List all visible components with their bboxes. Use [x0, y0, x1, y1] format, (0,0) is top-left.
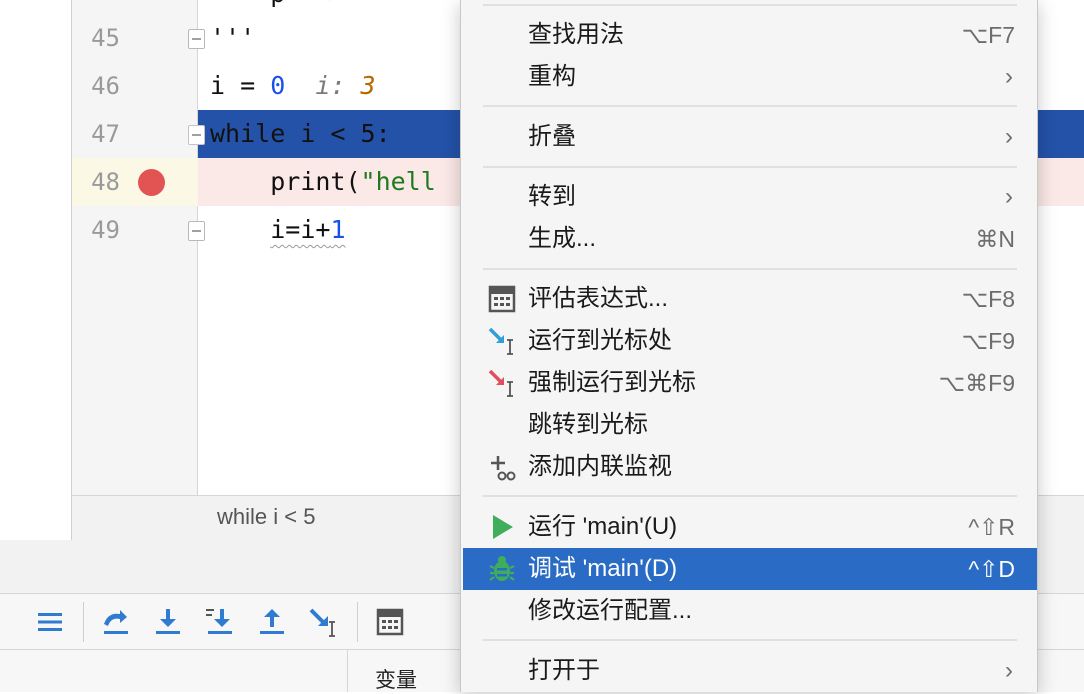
run-to-cursor-icon [488, 327, 513, 355]
code-text: print("hell [210, 158, 436, 206]
menu-separator [483, 639, 1017, 641]
project-strip [0, 0, 72, 540]
chevron-right-icon: › [1005, 657, 1013, 684]
code-string: "hell [360, 167, 436, 196]
editor-context-menu: 查找用法 ⌥F7 重构 › 折叠 › 转到 › 生成... ⌘N 评估表达式..… [460, 0, 1038, 692]
toolbar-separator [83, 602, 84, 642]
menu-item-run-main[interactable]: 运行 'main'(U) ^⇧R [463, 506, 1037, 548]
menu-item-shortcut: ⌥F9 [961, 328, 1015, 354]
toolbar-separator [357, 602, 358, 642]
menu-item-open-in[interactable]: 打开于 › [463, 650, 1037, 692]
menu-item-add-inline-watch[interactable]: 添加内联监视 [463, 446, 1037, 488]
variables-tab[interactable]: 变量 [347, 650, 467, 692]
menu-item-evaluate-expression[interactable]: 评估表达式... ⌥F8 [463, 278, 1037, 320]
chevron-right-icon: › [1005, 183, 1013, 210]
add-watch-icon [491, 456, 516, 481]
inline-value-label: i: [315, 71, 361, 100]
menu-item-shortcut: ⌥⌘F9 [938, 370, 1015, 396]
menu-item-modify-run-config[interactable]: 修改运行配置... [463, 590, 1037, 632]
menu-separator [483, 105, 1017, 107]
frames-icon[interactable] [32, 604, 68, 640]
menu-item-label: 重构 [528, 63, 576, 90]
calculator-icon [488, 285, 516, 313]
menu-item-label: 调试 'main'(D) [528, 555, 678, 582]
menu-item-label: 运行 'main'(U) [528, 513, 678, 540]
code-number: 0 [270, 71, 286, 100]
fold-marker-icon[interactable] [188, 125, 205, 145]
menu-item-fold[interactable]: 折叠 › [463, 116, 1037, 158]
code-text: ''' [210, 23, 256, 52]
menu-separator [483, 166, 1017, 168]
code-assign: i = [210, 71, 271, 100]
step-into-my-code-icon[interactable] [202, 604, 238, 640]
menu-item-force-run-to-cursor[interactable]: 强制运行到光标 ⌥⌘F9 [463, 362, 1037, 404]
menu-item-label: 运行到光标处 [528, 327, 672, 354]
force-run-to-cursor-icon [488, 369, 513, 397]
menu-item-refactor[interactable]: 重构 › [463, 56, 1037, 98]
menu-item-label: 强制运行到光标 [528, 369, 696, 396]
run-icon [493, 515, 513, 539]
menu-separator [483, 495, 1017, 497]
menu-item-label: 评估表达式... [528, 285, 669, 312]
inline-value: 3 [360, 71, 376, 100]
chevron-right-icon: › [1005, 123, 1013, 150]
run-to-cursor-icon[interactable] [306, 604, 342, 640]
evaluate-icon[interactable] [372, 604, 408, 640]
menu-item-shortcut: ^⇧D [968, 556, 1015, 582]
menu-item-shortcut: ⌥F7 [961, 22, 1015, 48]
code-increment: i=i+ [270, 215, 331, 244]
line-number: 46 [91, 72, 120, 100]
menu-item-label: 跳转到光标 [528, 411, 648, 438]
step-out-icon[interactable] [254, 604, 290, 640]
menu-item-label: 转到 [528, 183, 576, 210]
code-text: while i < 5: [210, 119, 391, 148]
code-text: i=i+1 [210, 206, 346, 254]
menu-item-label: 折叠 [528, 123, 576, 150]
menu-item-label: 添加内联监视 [528, 453, 672, 480]
line-number: 45 [91, 24, 120, 52]
menu-item-shortcut: ⌘N [975, 226, 1015, 252]
menu-item-label: 打开于 [528, 657, 600, 684]
menu-item-shortcut: ^⇧R [968, 514, 1015, 540]
menu-item-shortcut: ⌥F8 [961, 286, 1015, 312]
menu-item-find-usages[interactable]: 查找用法 ⌥F7 [463, 14, 1037, 56]
code-number: 1 [330, 215, 346, 244]
fold-marker-icon[interactable] [188, 221, 205, 241]
menu-separator [483, 268, 1017, 270]
menu-item-debug-main[interactable]: 调试 'main'(D) ^⇧D [463, 548, 1037, 590]
menu-item-label: 查找用法 [528, 21, 624, 48]
breadcrumb[interactable]: while i < 5 [217, 504, 315, 530]
debug-bug-icon [489, 556, 515, 581]
variables-tab-label: 变量 [375, 669, 417, 692]
menu-separator [483, 4, 1017, 6]
line-number: 48 [91, 168, 120, 196]
menu-item-goto[interactable]: 转到 › [463, 176, 1037, 218]
line-number: 47 [91, 120, 120, 148]
line-number: 49 [91, 216, 120, 244]
code-text: i = 0 i: 3 [210, 62, 376, 110]
menu-item-generate[interactable]: 生成... ⌘N [463, 218, 1037, 260]
menu-item-jump-to-cursor[interactable]: 跳转到光标 [463, 404, 1037, 446]
menu-item-run-to-cursor[interactable]: 运行到光标处 ⌥F9 [463, 320, 1037, 362]
menu-item-label: 修改运行配置... [528, 597, 693, 624]
code-function: print( [270, 167, 361, 196]
step-into-icon[interactable] [150, 604, 186, 640]
breakpoint-icon[interactable] [138, 169, 165, 196]
step-over-icon[interactable] [98, 604, 134, 640]
menu-item-label: 生成... [528, 225, 597, 252]
chevron-right-icon: › [1005, 63, 1013, 90]
fold-marker-icon[interactable] [188, 29, 205, 49]
